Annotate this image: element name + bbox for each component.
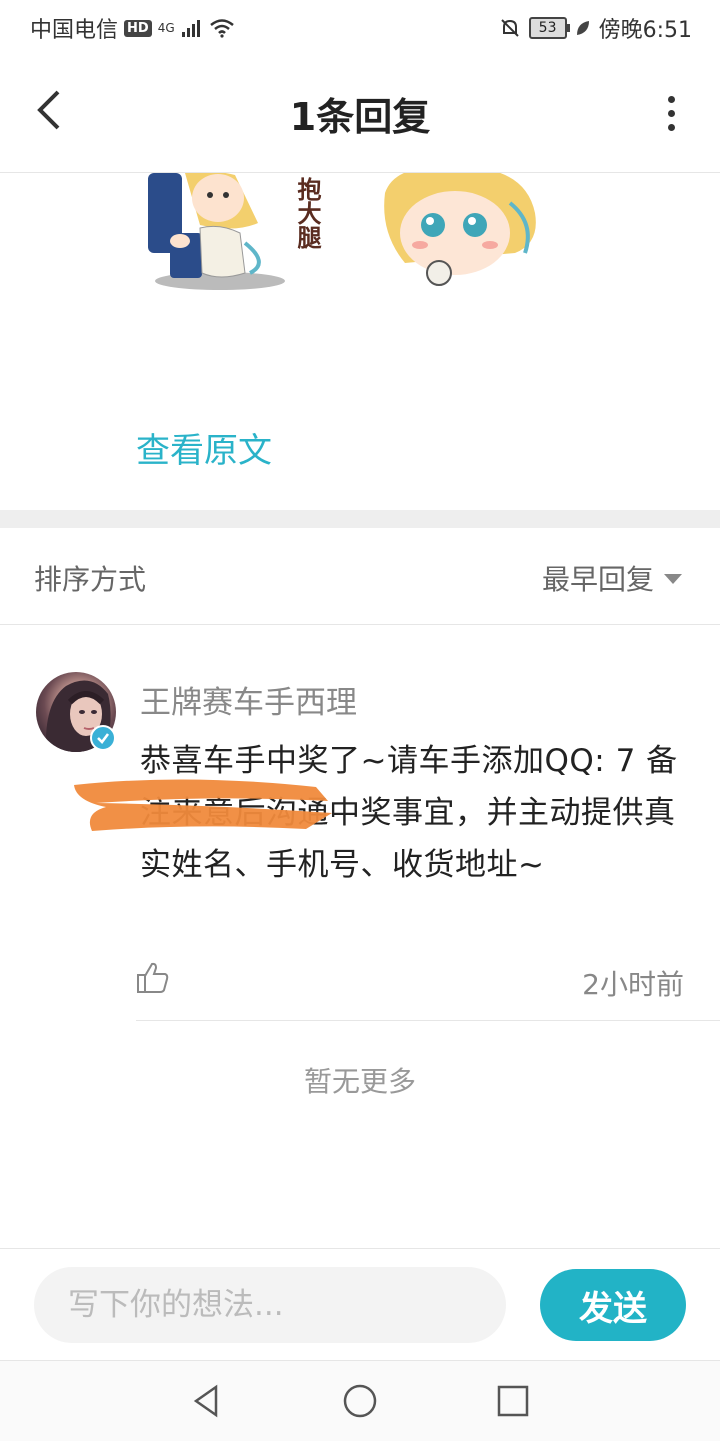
sort-label: 排序方式	[34, 563, 147, 596]
thumbs-up-icon[interactable]	[136, 961, 170, 995]
recents-square-icon[interactable]	[495, 1383, 531, 1419]
status-bar: 中国电信 HD 4G 53 傍晚6:51	[0, 0, 720, 52]
page-title: 1条回复	[289, 95, 431, 139]
back-triangle-icon[interactable]	[188, 1383, 224, 1419]
status-right: 53 傍晚6:51	[499, 12, 692, 44]
home-circle-icon[interactable]	[342, 1383, 378, 1419]
sticker-crying-girl-image	[384, 173, 536, 286]
original-post: 抱大腿 查看原文	[0, 173, 720, 510]
carrier-label: 中国电信	[30, 18, 119, 43]
sticker-caption: 抱大腿	[293, 177, 321, 249]
redaction-scribble	[74, 779, 332, 831]
send-button[interactable]: 发送	[540, 1269, 686, 1341]
sort-row: 排序方式 最早回复	[0, 528, 720, 625]
sort-dropdown[interactable]: 最早回复	[542, 558, 654, 598]
comment-input[interactable]	[34, 1267, 506, 1343]
header-bar: 1条回复	[0, 52, 720, 173]
more-vertical-icon[interactable]	[666, 96, 676, 131]
reply-item: 王牌赛车手西理 恭喜车手中奖了~请车手添加QQ: 7 备注来意后沟通中奖事宜，并…	[0, 625, 720, 1021]
signal-icon	[181, 20, 200, 37]
wifi-icon	[209, 19, 234, 38]
no-more-label: 暂无更多	[303, 1065, 416, 1098]
verified-check-icon	[90, 725, 116, 751]
status-left: 中国电信 HD 4G	[30, 12, 235, 44]
section-divider	[0, 510, 720, 528]
caret-down-icon[interactable]	[664, 574, 682, 584]
reply-username[interactable]: 王牌赛车手西理	[140, 677, 357, 722]
reply-divider	[136, 1020, 720, 1021]
comment-bar: 发送	[0, 1248, 720, 1361]
mute-bell-icon	[500, 19, 519, 37]
reply-timestamp: 2小时前	[582, 968, 684, 1001]
battery-indicator: 53	[528, 17, 570, 39]
system-nav-bar	[0, 1360, 720, 1441]
clock-label: 傍晚6:51	[598, 18, 692, 43]
leaf-icon	[576, 21, 589, 35]
view-original-link[interactable]: 查看原文	[136, 423, 272, 472]
network-label: 4G	[157, 21, 175, 35]
hd-badge: HD	[124, 19, 152, 37]
